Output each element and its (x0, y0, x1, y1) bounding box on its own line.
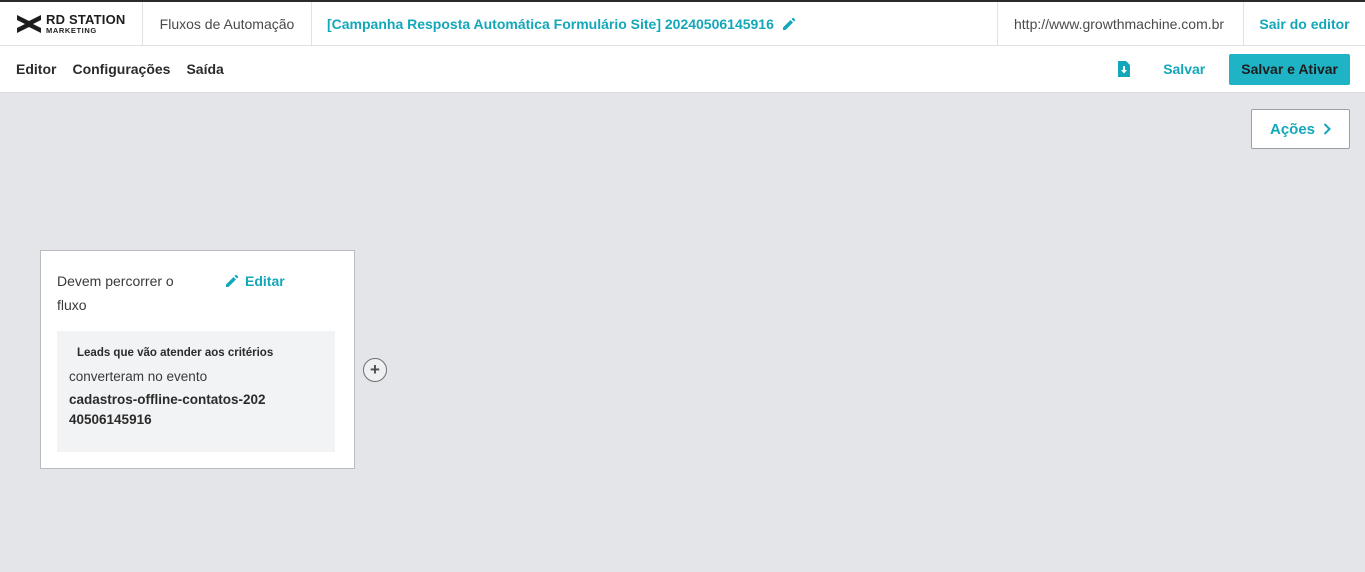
plus-icon: + (370, 360, 380, 379)
criteria-event-name: cadastros-offline-contatos-2024050614591… (69, 392, 266, 427)
site-url: http://www.growthmachine.com.br (997, 2, 1244, 45)
actions-button-label: Ações (1269, 120, 1316, 138)
actions-button[interactable]: Ações (1251, 109, 1350, 149)
rd-station-logo[interactable]: RD STATION MARKETING (0, 2, 143, 45)
criteria-heading: Leads que vão atender aos critérios (77, 347, 274, 359)
entry-card-title: Devem percorrer o fluxo (57, 273, 174, 313)
logo-line2: MARKETING (46, 25, 97, 35)
edit-criteria-button[interactable]: Editar (225, 273, 285, 289)
top-header: RD STATION MARKETING Fluxos de Automação… (0, 0, 1365, 46)
criteria-box: Leads que vão atender aos critérios conv… (57, 331, 335, 452)
breadcrumb-automation-flows[interactable]: Fluxos de Automação (143, 2, 312, 45)
download-icon[interactable] (1117, 61, 1131, 77)
editor-tabs: Editor Configurações Saída (0, 61, 224, 77)
tab-editor[interactable]: Editor (16, 61, 56, 77)
add-step-button[interactable]: + (363, 358, 387, 382)
logo-wordmark: RD STATION MARKETING (46, 13, 126, 35)
tab-saida[interactable]: Saída (186, 61, 223, 77)
exit-editor-button[interactable]: Sair do editor (1244, 2, 1365, 45)
rd-logo-icon (17, 14, 41, 33)
pencil-icon (226, 274, 239, 287)
edit-label: Editar (245, 273, 285, 289)
save-and-activate-button[interactable]: Salvar e Ativar (1229, 53, 1350, 85)
toolbar-actions: Salvar Salvar e Ativar (1117, 53, 1365, 85)
save-button[interactable]: Salvar (1163, 61, 1205, 77)
tab-configuracoes[interactable]: Configurações (72, 61, 170, 77)
chevron-right-icon (1323, 123, 1331, 135)
pencil-icon[interactable] (782, 17, 796, 31)
flow-title-text: [Campanha Resposta Automática Formulário… (327, 15, 774, 32)
criteria-condition: converteram no evento (69, 369, 208, 384)
logo-line1: RD STATION (46, 11, 126, 27)
flow-title[interactable]: [Campanha Resposta Automática Formulário… (312, 2, 997, 45)
flow-entry-card: Devem percorrer o fluxo Editar Leads que… (40, 250, 355, 469)
editor-toolbar: Editor Configurações Saída Salvar Salvar… (0, 46, 1365, 93)
